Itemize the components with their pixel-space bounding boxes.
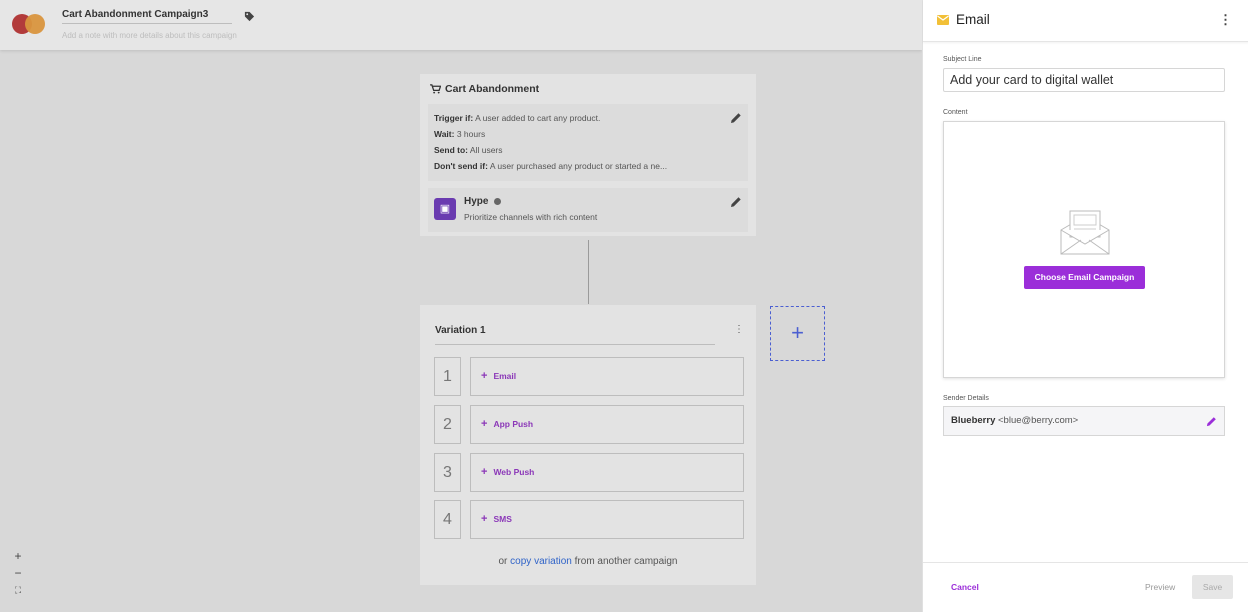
plus-icon: + <box>481 370 488 382</box>
rule-send-to: Send to: All users <box>434 145 503 155</box>
step-app-push[interactable]: + App Push <box>470 405 744 444</box>
step-number: 2 <box>434 405 461 444</box>
tag-icon[interactable] <box>244 11 255 22</box>
sender-email: <blue@berry.com> <box>998 415 1079 426</box>
rule-trigger: Trigger if: A user added to cart any pro… <box>434 113 601 123</box>
edit-icon[interactable] <box>1206 416 1217 427</box>
plus-icon: + <box>481 513 488 525</box>
rule-wait: Wait: 3 hours <box>434 129 486 139</box>
edit-icon[interactable] <box>730 196 742 208</box>
flow-connector <box>588 240 589 304</box>
step-web-push[interactable]: + Web Push <box>470 453 744 492</box>
variation-card: Variation 1 ⋮ 1 + Email 2 + App Push 3 + We… <box>420 305 756 585</box>
campaign-note-input[interactable]: Add a note with more details about this … <box>62 31 237 40</box>
step-sms[interactable]: + SMS <box>470 500 744 539</box>
choose-email-campaign-button[interactable]: Choose Email Campaign <box>1024 266 1145 289</box>
hype-section[interactable]: ▣ Hype Prioritize channels with rich con… <box>428 188 748 232</box>
zoom-out-button[interactable]: − <box>10 565 26 581</box>
edit-icon[interactable] <box>730 112 742 124</box>
campaign-canvas: Cart Abandonment Campaign3 Add a note wi… <box>0 0 922 612</box>
content-label: Content <box>943 109 968 116</box>
sender-name: Blueberry <box>951 415 996 426</box>
fit-view-button[interactable]: ⛶ <box>10 582 26 598</box>
cancel-button[interactable]: Cancel <box>951 582 979 592</box>
sender-details-field[interactable]: Blueberry <blue@berry.com> <box>943 406 1225 436</box>
trigger-card: Cart Abandonment Trigger if: A user adde… <box>420 74 756 236</box>
trigger-card-header: Cart Abandonment <box>430 83 539 95</box>
subject-line-label: Subject Line <box>943 56 982 63</box>
trigger-rules[interactable]: Trigger if: A user added to cart any pro… <box>428 104 748 181</box>
preview-button[interactable]: Preview <box>1145 582 1175 592</box>
hype-title: Hype <box>464 196 502 207</box>
cart-icon <box>430 84 441 94</box>
hype-logo-icon: ▣ <box>434 198 456 220</box>
zoom-controls: + − ⛶ <box>10 548 28 599</box>
zoom-in-button[interactable]: + <box>10 548 26 564</box>
campaign-title-input[interactable]: Cart Abandonment Campaign3 <box>62 9 232 24</box>
plus-icon: + <box>481 466 488 478</box>
step-number: 1 <box>434 357 461 396</box>
panel-footer: Cancel Preview Save <box>923 562 1248 612</box>
subject-line-input[interactable]: Add your card to digital wallet <box>943 68 1225 92</box>
campaign-header: Cart Abandonment Campaign3 Add a note wi… <box>0 0 922 50</box>
rule-dont-send: Don't send if: A user purchased any prod… <box>434 161 668 171</box>
kebab-icon[interactable]: ⋮ <box>1219 12 1232 28</box>
hype-subtitle: Prioritize channels with rich content <box>464 212 598 222</box>
step-number: 4 <box>434 500 461 539</box>
copy-variation-line: or copy variation from another campaign <box>498 556 678 567</box>
mail-icon <box>937 15 949 25</box>
info-icon[interactable] <box>494 197 502 205</box>
plus-icon: + <box>481 418 488 430</box>
copy-variation-link[interactable]: copy variation <box>510 556 572 567</box>
panel-header: Email ⋮ <box>923 0 1248 42</box>
envelope-illustration-icon <box>1060 210 1110 255</box>
save-button[interactable]: Save <box>1192 575 1233 599</box>
panel-title: Email <box>956 12 990 27</box>
step-number: 3 <box>434 453 461 492</box>
brand-logo-icon <box>12 14 46 34</box>
add-variation-button[interactable]: + <box>770 306 825 361</box>
variation-title[interactable]: Variation 1 <box>435 325 715 345</box>
sender-details-label: Sender Details <box>943 395 989 402</box>
kebab-icon[interactable]: ⋮ <box>734 324 744 335</box>
trigger-card-title: Cart Abandonment <box>445 83 540 95</box>
content-area: Choose Email Campaign <box>943 121 1225 378</box>
step-email[interactable]: + Email <box>470 357 744 396</box>
email-side-panel: Email ⋮ Subject Line Add your card to di… <box>922 0 1248 612</box>
